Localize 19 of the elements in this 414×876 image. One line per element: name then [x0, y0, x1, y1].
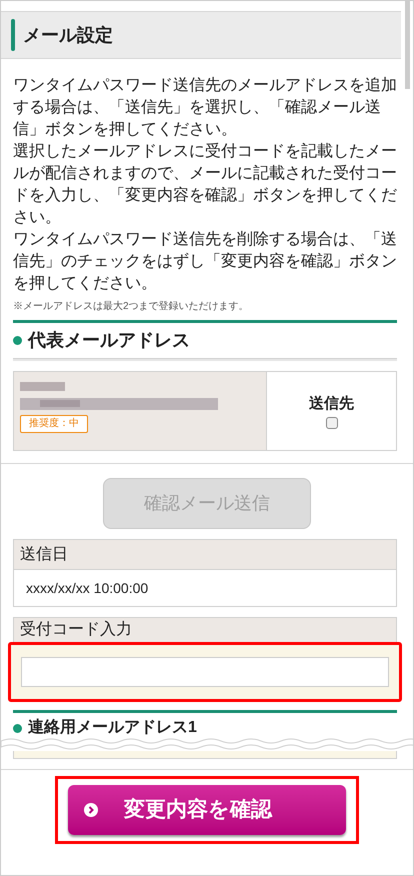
bullet-icon: [13, 724, 22, 732]
bullet-icon: [13, 336, 22, 345]
confirm-changes-button[interactable]: 変更内容を確認: [68, 785, 346, 835]
instruction-text: 選択したメールアドレスに受付コードを記載したメールが配信されますので、メールに記載された受付コードを入力し、「変更内容を確認」ボタンを押してください。: [13, 142, 397, 228]
subsection-heading: 代表メールアドレス: [28, 329, 190, 352]
accent-bar-icon: [11, 19, 15, 51]
sent-date-value: xxxx/xx/xx 10:00:00: [25, 578, 150, 598]
code-input-label: 受付コード入力: [14, 618, 396, 642]
subsection-heading: 連絡用メールアドレス1: [28, 719, 197, 737]
note-text: ※メールアドレスは最大2つまで登録いただけます。: [13, 300, 250, 314]
recipient-label: 送信先: [309, 394, 354, 414]
chevron-circle-icon: [84, 803, 98, 817]
recommendation-badge: 推奨度：中: [20, 415, 88, 433]
section-title: メール設定: [23, 24, 113, 46]
code-input-field[interactable]: [21, 657, 389, 687]
recipient-checkbox[interactable]: [326, 417, 338, 430]
instruction-text: ワンタイムパスワード送信先のメールアドレスを追加する場合は、「送信先」を選択し、「確認メール送信」ボタンを押してください。: [13, 76, 397, 140]
sent-date-label: 送信日: [14, 540, 396, 570]
instruction-text: ワンタイムパスワード送信先を削除する場合は、「送信先」のチェックをはずし「変更内容を確認」ボタンを押してください。: [13, 230, 397, 294]
